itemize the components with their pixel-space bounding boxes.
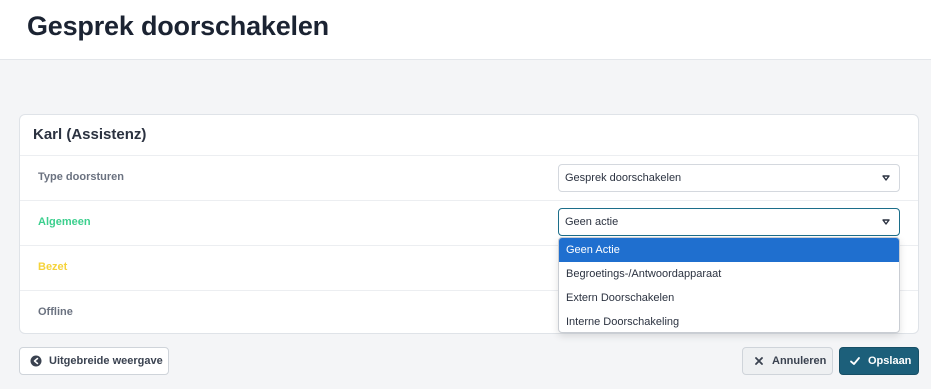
cancel-label: Annuleren	[772, 355, 827, 367]
dropdown-option-intern[interactable]: Interne Doorschakeling	[559, 310, 899, 332]
row-label-offline: Offline	[38, 306, 73, 318]
row-type-doorsturen: Type doorsturen Gesprek doorschakelen	[20, 155, 918, 200]
save-label: Opslaan	[868, 355, 912, 367]
type-doorsturen-select[interactable]: Gesprek doorschakelen	[558, 164, 900, 192]
algemeen-value: Geen actie	[565, 216, 619, 228]
save-button[interactable]: Opslaan	[839, 347, 919, 375]
close-icon	[753, 355, 765, 367]
algemeen-select[interactable]: Geen actie	[558, 208, 900, 236]
dropdown-option-begroetings[interactable]: Begroetings-/Antwoordapparaat	[559, 262, 899, 286]
row-label-type-doorsturen: Type doorsturen	[38, 171, 124, 183]
page-title: Gesprek doorschakelen	[27, 11, 329, 41]
dropdown-option-extern[interactable]: Extern Doorschakelen	[559, 286, 899, 310]
expanded-view-label: Uitgebreide weergave	[49, 355, 163, 367]
row-label-bezet: Bezet	[38, 261, 68, 273]
dropdown-option-geen-actie[interactable]: Geen Actie	[559, 238, 899, 262]
algemeen-dropdown-menu: Geen Actie Begroetings-/Antwoordapparaat…	[558, 237, 900, 333]
row-label-algemeen: Algemeen	[38, 216, 91, 228]
caret-down-icon	[881, 217, 891, 227]
type-doorsturen-value: Gesprek doorschakelen	[565, 172, 682, 184]
card-title: Karl (Assistenz)	[33, 126, 147, 143]
check-icon	[849, 355, 861, 367]
arrow-left-circle-icon	[30, 355, 42, 367]
caret-down-icon	[881, 173, 891, 183]
expanded-view-button[interactable]: Uitgebreide weergave	[19, 347, 169, 375]
cancel-button[interactable]: Annuleren	[742, 347, 833, 375]
page-header: Gesprek doorschakelen	[0, 0, 931, 60]
